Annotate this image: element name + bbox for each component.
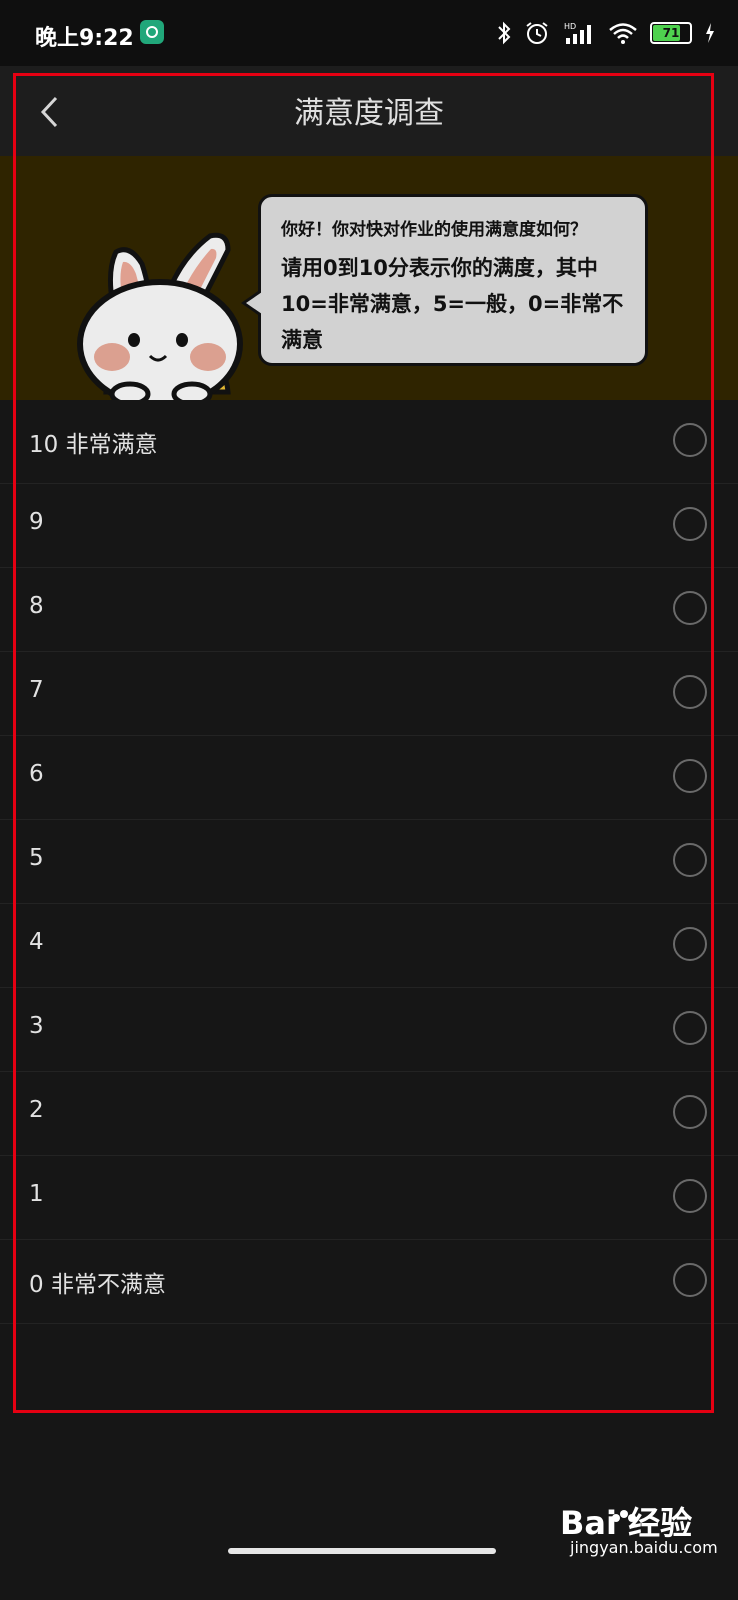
home-indicator[interactable]: [228, 1548, 496, 1554]
option-label: 3: [29, 1013, 44, 1039]
rating-option-10[interactable]: 10 非常满意: [0, 400, 738, 484]
page-title: 满意度调查: [294, 96, 444, 131]
survey-greeting: 你好！你对快对作业的使用满意度如何？: [281, 220, 587, 240]
wifi-icon: [609, 23, 637, 44]
radio-button[interactable]: [673, 675, 707, 709]
rabbit-mascot-icon: [77, 232, 243, 400]
option-label: 2: [29, 1097, 44, 1123]
option-label: 8: [29, 593, 44, 619]
speech-bubble: 你好！你对快对作业的使用满意度如何？ 请用0到10分表示你的满度，其中10=非常…: [241, 194, 648, 366]
rating-option-6[interactable]: 6: [0, 736, 738, 820]
survey-instruction: 请用0到10分表示你的满度，其中10=非常满意，5=一般，0=非常不满意: [281, 256, 624, 352]
charging-icon: [706, 23, 714, 43]
radio-button[interactable]: [673, 1179, 707, 1213]
radio-button[interactable]: [673, 843, 707, 877]
radio-button[interactable]: [673, 759, 707, 793]
battery-level: 71: [662, 26, 680, 40]
survey-banner: 你好！你对快对作业的使用满意度如何？ 请用0到10分表示你的满度，其中10=非常…: [0, 156, 738, 400]
radio-button[interactable]: [673, 1263, 707, 1297]
battery-icon: 71: [650, 22, 692, 44]
option-label: 10 非常满意: [29, 432, 158, 458]
rating-option-7[interactable]: 7: [0, 652, 738, 736]
status-time: 晚上9:22: [35, 26, 134, 51]
rating-option-8[interactable]: 8: [0, 568, 738, 652]
rating-option-9[interactable]: 9: [0, 484, 738, 568]
rating-option-0[interactable]: 0 非常不满意: [0, 1240, 738, 1324]
status-bar: 晚上9:22 HD 71: [0, 0, 738, 66]
alarm-icon: [526, 22, 548, 44]
rating-option-4[interactable]: 4: [0, 904, 738, 988]
app-notification-icon: [140, 20, 164, 44]
option-label: 7: [29, 677, 44, 703]
satisfaction-survey-screen: 满意度调查 你好！你对快对作业的使用满意度如何？ 请用0到10分表示你的满度，其…: [0, 66, 738, 1600]
watermark-url: jingyan.baidu.com: [570, 1538, 718, 1557]
radio-button[interactable]: [673, 423, 707, 457]
radio-button[interactable]: [673, 1011, 707, 1045]
signal-icon: HD: [564, 22, 591, 44]
option-label: 6: [29, 761, 44, 787]
radio-button[interactable]: [673, 927, 707, 961]
rating-option-5[interactable]: 5: [0, 820, 738, 904]
rating-option-2[interactable]: 2: [0, 1072, 738, 1156]
radio-button[interactable]: [673, 1095, 707, 1129]
header: 满意度调查: [0, 66, 738, 156]
rating-option-1[interactable]: 1: [0, 1156, 738, 1240]
rating-options: 10 非常满意 9 8 7 6 5 4 3 2 1 0 非常不满意: [0, 400, 738, 1324]
bluetooth-icon: [498, 21, 511, 45]
rating-option-3[interactable]: 3: [0, 988, 738, 1072]
option-label: 1: [29, 1181, 44, 1207]
signal-hd-label: HD: [564, 22, 576, 31]
option-label: 9: [29, 509, 44, 535]
option-label: 5: [29, 845, 44, 871]
radio-button[interactable]: [673, 507, 707, 541]
option-label: 0 非常不满意: [29, 1272, 166, 1298]
status-icons: HD 71: [496, 18, 716, 48]
radio-button[interactable]: [673, 591, 707, 625]
option-label: 4: [29, 929, 44, 955]
watermark-brand: Bai 经验: [560, 1504, 692, 1542]
